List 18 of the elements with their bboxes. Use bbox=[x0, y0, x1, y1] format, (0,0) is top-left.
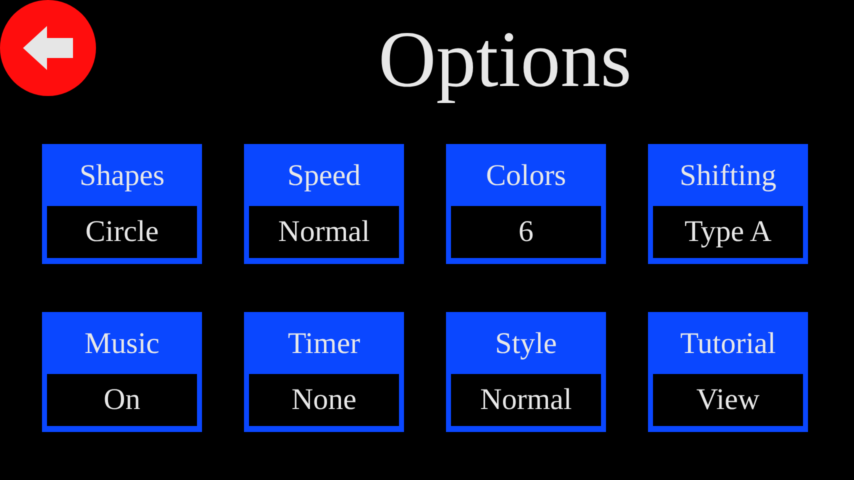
option-label: Speed bbox=[287, 158, 361, 194]
option-label: Shifting bbox=[680, 158, 776, 194]
option-value-button[interactable]: Normal bbox=[451, 374, 601, 426]
option-value-button[interactable]: 6 bbox=[451, 206, 601, 258]
page-title: Options bbox=[377, 15, 632, 106]
option-value-button[interactable]: View bbox=[653, 374, 803, 426]
option-value-button[interactable]: None bbox=[249, 374, 399, 426]
option-label: Timer bbox=[288, 326, 360, 362]
left-arrow-icon bbox=[23, 26, 73, 70]
option-label: Music bbox=[84, 326, 160, 362]
option-value-button[interactable]: Type A bbox=[653, 206, 803, 258]
option-label: Style bbox=[495, 326, 557, 362]
option-value-button[interactable]: Normal bbox=[249, 206, 399, 258]
option-label: Tutorial bbox=[680, 326, 776, 362]
option-value-button[interactable]: Circle bbox=[47, 206, 197, 258]
option-label: Colors bbox=[486, 158, 566, 194]
option-label: Shapes bbox=[80, 158, 164, 194]
option-value-button[interactable]: On bbox=[47, 374, 197, 426]
